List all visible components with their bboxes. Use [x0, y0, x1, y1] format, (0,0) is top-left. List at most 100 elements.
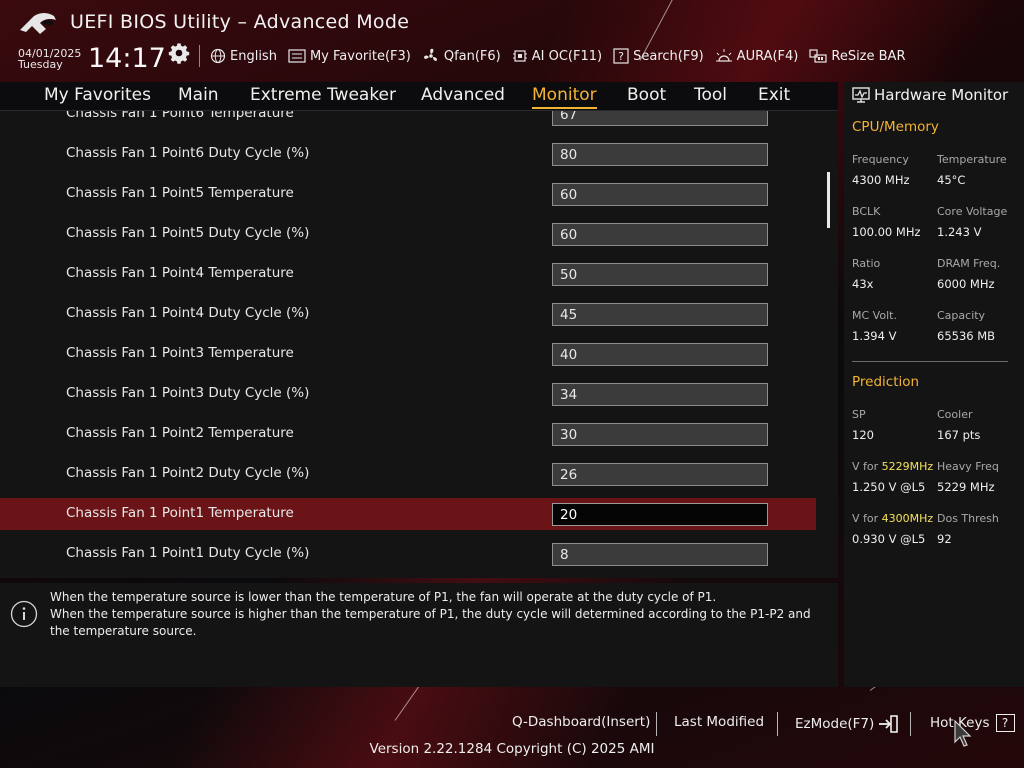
cpu-memory-heading: CPU/Memory — [852, 119, 939, 135]
aura-button[interactable]: AURA(F4) — [715, 48, 799, 64]
setting-value-field[interactable]: 20 — [552, 503, 768, 526]
setting-label: Chassis Fan 1 Point2 Duty Cycle (%) — [66, 465, 310, 481]
resize-bar-label: ReSize BAR — [831, 48, 906, 64]
setting-value-field[interactable]: 80 — [552, 143, 768, 166]
language-button[interactable]: English — [210, 48, 277, 64]
setting-label: Chassis Fan 1 Point6 Duty Cycle (%) — [66, 145, 310, 161]
hw-label: MC Volt. — [852, 309, 897, 322]
hw-label: Ratio — [852, 257, 881, 270]
hw-label-prefix: V for — [852, 512, 882, 525]
tab-main[interactable]: Main — [178, 85, 219, 105]
setting-label: Chassis Fan 1 Point4 Temperature — [66, 265, 294, 281]
setting-value-field[interactable]: 34 — [552, 383, 768, 406]
setting-label: Chassis Fan 1 Point2 Temperature — [66, 425, 294, 441]
hw-value: 167 pts — [937, 428, 981, 442]
setting-row[interactable]: Chassis Fan 1 Point1 Duty Cycle (%) 8 — [0, 538, 816, 570]
q-dashboard-button[interactable]: Q-Dashboard(Insert) — [512, 714, 650, 730]
setting-value-field[interactable]: 26 — [552, 463, 768, 486]
ezmode-button[interactable]: EzMode(F7) — [795, 714, 899, 734]
setting-row[interactable]: Chassis Fan 1 Point2 Temperature 30 — [0, 418, 816, 450]
hw-label: Capacity — [937, 309, 986, 322]
info-icon — [10, 600, 38, 628]
setting-value-field[interactable]: 30 — [552, 423, 768, 446]
setting-row[interactable]: Chassis Fan 1 Point2 Duty Cycle (%) 26 — [0, 458, 816, 490]
setting-label: Chassis Fan 1 Point3 Duty Cycle (%) — [66, 385, 310, 401]
setting-label: Chassis Fan 1 Point4 Duty Cycle (%) — [66, 305, 310, 321]
resize-bar-button[interactable]: ReSize BAR — [809, 48, 905, 64]
hw-value: 6000 MHz — [937, 277, 995, 291]
hw-label: Temperature — [937, 153, 1007, 166]
tab-boot[interactable]: Boot — [627, 85, 666, 105]
hw-highlight-freq: 4300MHz — [881, 512, 934, 525]
scrollbar-thumb[interactable] — [827, 172, 830, 228]
fan-icon — [423, 48, 437, 61]
date-display: 04/01/2025 Tuesday — [18, 48, 81, 70]
setting-label: Chassis Fan 1 Point5 Duty Cycle (%) — [66, 225, 310, 241]
my-favorite-button[interactable]: My Favorite(F3) — [288, 49, 411, 64]
setting-value-field[interactable]: 60 — [552, 223, 768, 246]
setting-label: Chassis Fan 1 Point5 Temperature — [66, 185, 294, 201]
search-help-icon: ? — [613, 48, 629, 64]
last-modified-button[interactable]: Last Modified — [674, 714, 764, 730]
favorite-list-icon — [288, 49, 306, 63]
hw-value: 1.394 V — [852, 329, 897, 343]
version-text: Version 2.22.1284 Copyright (C) 2025 AMI — [369, 741, 655, 757]
hw-divider — [852, 361, 1008, 362]
my-favorite-label: My Favorite(F3) — [309, 48, 411, 64]
settings-list: Chassis Fan 1 Point6 Temperature 67 Chas… — [0, 111, 838, 578]
setting-value-field[interactable]: 67 — [552, 111, 768, 126]
setting-row[interactable]: Chassis Fan 1 Point3 Duty Cycle (%) 34 — [0, 378, 816, 410]
hw-label: BCLK — [852, 205, 881, 218]
setting-label: Chassis Fan 1 Point3 Temperature — [66, 345, 294, 361]
setting-value-field[interactable]: 40 — [552, 343, 768, 366]
setting-value-field[interactable]: 45 — [552, 303, 768, 326]
weekday-text: Tuesday — [18, 58, 63, 71]
tab-advanced[interactable]: Advanced — [421, 85, 505, 105]
setting-row[interactable]: Chassis Fan 1 Point6 Temperature 67 — [0, 111, 816, 130]
setting-row[interactable]: Chassis Fan 1 Point6 Duty Cycle (%) 80 — [0, 138, 816, 170]
tab-exit[interactable]: Exit — [758, 85, 790, 105]
setting-value-field[interactable]: 60 — [552, 183, 768, 206]
aura-light-icon — [715, 49, 732, 62]
setting-value-field[interactable]: 50 — [552, 263, 768, 286]
hardware-monitor-label: Hardware Monitor — [874, 86, 1009, 104]
setting-row[interactable]: Chassis Fan 1 Point5 Duty Cycle (%) 60 — [0, 218, 816, 250]
help-line: When the temperature source is lower tha… — [50, 590, 717, 604]
clock: 14:17 — [88, 43, 166, 74]
setting-row[interactable]: Chassis Fan 1 Point4 Temperature 50 — [0, 258, 816, 290]
footer-divider — [777, 712, 778, 736]
hw-value: 45°C — [937, 173, 966, 187]
ai-oc-button[interactable]: AI OC(F11) — [512, 48, 602, 64]
hw-value: 1.243 V — [937, 225, 982, 239]
qfan-button[interactable]: Qfan(F6) — [422, 48, 501, 64]
setting-row-selected[interactable]: Chassis Fan 1 Point1 Temperature 20 — [0, 498, 816, 530]
hardware-monitor-title: Hardware Monitor — [852, 86, 1008, 104]
search-button[interactable]: ? Search(F9) — [613, 48, 704, 64]
tab-monitor[interactable]: Monitor — [532, 85, 597, 109]
setting-row[interactable]: Chassis Fan 1 Point3 Temperature 40 — [0, 338, 816, 370]
settings-gear-icon[interactable] — [168, 42, 190, 64]
footer-divider — [910, 712, 911, 736]
help-key-icon: ? — [995, 714, 1015, 732]
globe-icon — [210, 48, 226, 64]
hw-label: Frequency — [852, 153, 909, 166]
hw-label: DRAM Freq. — [937, 257, 1001, 270]
hw-label: SP — [852, 408, 866, 421]
tab-tool[interactable]: Tool — [694, 85, 727, 105]
tab-my-favorites[interactable]: My Favorites — [44, 85, 151, 105]
exit-arrow-icon — [879, 715, 899, 733]
hw-value: 120 — [852, 428, 874, 442]
setting-value-field[interactable]: 8 — [552, 543, 768, 566]
search-label: Search(F9) — [633, 48, 704, 64]
hw-value: 4300 MHz — [852, 173, 910, 187]
hw-value: 43x — [852, 277, 874, 291]
setting-row[interactable]: Chassis Fan 1 Point5 Temperature 60 — [0, 178, 816, 210]
aura-label: AURA(F4) — [736, 48, 799, 64]
tab-extreme-tweaker[interactable]: Extreme Tweaker — [250, 85, 396, 105]
hw-value: 0.930 V @L5 — [852, 532, 926, 546]
ezmode-label: EzMode(F7) — [795, 716, 875, 732]
hw-value: 92 — [937, 532, 952, 546]
setting-row[interactable]: Chassis Fan 1 Point4 Duty Cycle (%) 45 — [0, 298, 816, 330]
rog-logo-icon — [20, 13, 56, 34]
help-text: When the temperature source is lower tha… — [50, 589, 820, 640]
